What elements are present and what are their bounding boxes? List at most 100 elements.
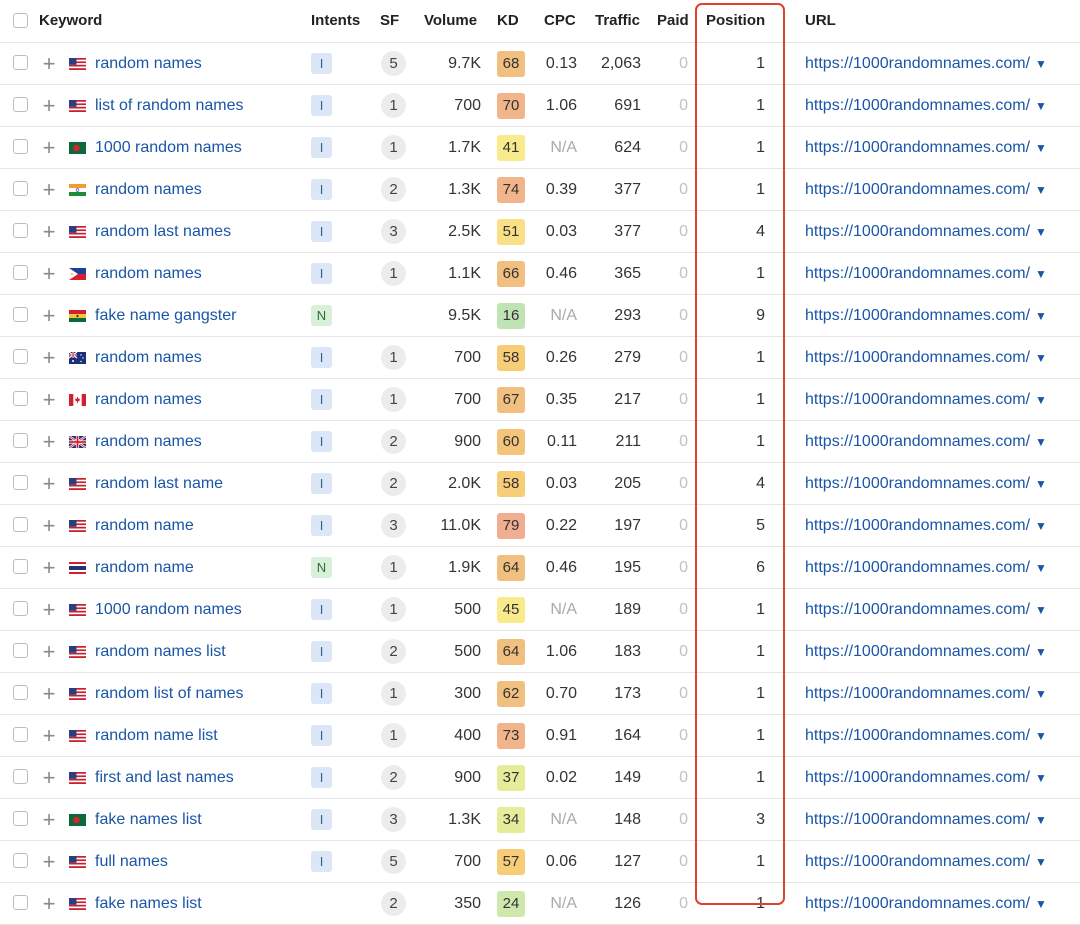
serp-features-badge[interactable]: 1 [381, 93, 406, 118]
keyword-link[interactable]: fake name gangster [95, 295, 236, 336]
url-cell[interactable]: https://1000randomnames.com/▼ [805, 841, 1047, 882]
table-row[interactable]: + fake name gangster N 9.5K 16 N/A 293 0 9 https:… [0, 295, 1080, 337]
row-checkbox[interactable] [13, 895, 28, 910]
keyword-link[interactable]: random last name [95, 463, 223, 504]
add-keyword-icon[interactable]: + [40, 337, 58, 378]
column-header-paid[interactable]: Paid [657, 0, 689, 42]
url-cell[interactable]: https://1000randomnames.com/▼ [805, 715, 1047, 756]
keyword-link[interactable]: first and last names [95, 757, 234, 798]
keyword-link[interactable]: full names [95, 841, 168, 882]
column-header-kd[interactable]: KD [497, 0, 519, 42]
table-row[interactable]: + random names I 5 9.7K 68 0.13 2,063 0 1 https://… [0, 43, 1080, 85]
column-header-position[interactable]: Position [706, 0, 765, 42]
url-link[interactable]: https://1000randomnames.com/ [805, 853, 1030, 870]
serp-features-badge[interactable]: 5 [381, 51, 406, 76]
table-row[interactable]: + random names I 2 1.3K 74 0.39 377 0 1 https://10… [0, 169, 1080, 211]
add-keyword-icon[interactable]: + [40, 421, 58, 462]
table-row[interactable]: + random last names I 3 2.5K 51 0.03 377 0 4 https… [0, 211, 1080, 253]
add-keyword-icon[interactable]: + [40, 43, 58, 84]
keyword-link[interactable]: list of random names [95, 85, 244, 126]
add-keyword-icon[interactable]: + [40, 673, 58, 714]
table-row[interactable]: + first and last names I 2 900 37 0.02 149 0 1 htt… [0, 757, 1080, 799]
url-cell[interactable]: https://1000randomnames.com/ ▼ [805, 631, 1047, 672]
url-link[interactable]: https://1000randomnames.com/ [805, 475, 1030, 492]
table-row[interactable]: + fake names list 2 350 24 N/A 126 0 1 https://10… [0, 883, 1080, 925]
column-header-volume[interactable]: Volume [424, 0, 477, 42]
serp-features-badge[interactable]: 1 [381, 261, 406, 286]
url-link[interactable]: https://1000randomnames.com/ [805, 811, 1030, 828]
keyword-link[interactable]: 1000 random names [95, 127, 242, 168]
column-header-keyword[interactable]: Keyword [39, 0, 102, 42]
url-link[interactable]: https://1000randomnames.com/ [805, 517, 1030, 534]
add-keyword-icon[interactable]: + [40, 715, 58, 756]
dropdown-caret-icon[interactable]: ▼ [1035, 435, 1047, 449]
keyword-link[interactable]: random name [95, 505, 194, 546]
dropdown-caret-icon[interactable]: ▼ [1035, 561, 1047, 575]
url-cell[interactable]: https://1000randomnames.com/▼ [805, 883, 1047, 924]
table-row[interactable]: + random names I 2 900 60 0.11 211 0 1 https://100… [0, 421, 1080, 463]
serp-features-badge[interactable]: 1 [381, 681, 406, 706]
add-keyword-icon[interactable]: + [40, 841, 58, 882]
row-checkbox[interactable] [13, 97, 28, 112]
row-checkbox[interactable] [13, 391, 28, 406]
url-link[interactable]: https://1000randomnames.com/ [805, 181, 1030, 198]
url-link[interactable]: https://1000randomnames.com/ [805, 769, 1030, 786]
url-cell[interactable]: https://1000randomnames.com/▼ [805, 673, 1047, 714]
serp-features-badge[interactable]: 2 [381, 429, 406, 454]
add-keyword-icon[interactable]: + [40, 799, 58, 840]
serp-features-badge[interactable]: 1 [381, 555, 406, 580]
dropdown-caret-icon[interactable]: ▼ [1035, 813, 1047, 827]
keyword-link[interactable]: random names [95, 421, 202, 462]
serp-features-badge[interactable]: 2 [381, 471, 406, 496]
table-row[interactable]: + random list of names I 1 300 62 0.70 173 0 1 htt… [0, 673, 1080, 715]
serp-features-badge[interactable]: 1 [381, 387, 406, 412]
row-checkbox[interactable] [13, 643, 28, 658]
row-checkbox[interactable] [13, 139, 28, 154]
add-keyword-icon[interactable]: + [40, 631, 58, 672]
table-row[interactable]: +1000 random names I 1 500 45 N/A 189 0 1 https:/… [0, 589, 1080, 631]
serp-features-badge[interactable]: 2 [381, 765, 406, 790]
keyword-link[interactable]: random names [95, 337, 202, 378]
row-checkbox[interactable] [13, 265, 28, 280]
url-link[interactable]: https://1000randomnames.com/ [805, 685, 1030, 702]
row-checkbox[interactable] [13, 181, 28, 196]
url-link[interactable]: https://1000randomnames.com/ [805, 265, 1030, 282]
url-cell[interactable]: https://1000randomnames.com/▼ [805, 127, 1047, 168]
keyword-link[interactable]: fake names list [95, 883, 202, 924]
keyword-link[interactable]: fake names list [95, 799, 202, 840]
serp-features-badge[interactable]: 3 [381, 807, 406, 832]
dropdown-caret-icon[interactable]: ▼ [1035, 645, 1047, 659]
table-row[interactable]: + random names I 1 700 67 0.35 217 0 1 https://100… [0, 379, 1080, 421]
row-checkbox[interactable] [13, 55, 28, 70]
table-row[interactable]: + random name list I 1 400 73 0.91 164 0 1 https:/… [0, 715, 1080, 757]
dropdown-caret-icon[interactable]: ▼ [1035, 309, 1047, 323]
add-keyword-icon[interactable]: + [40, 127, 58, 168]
url-cell[interactable]: https://1000randomnames.com/▼ [805, 505, 1047, 546]
select-all-checkbox[interactable] [13, 13, 28, 28]
row-checkbox[interactable] [13, 349, 28, 364]
keyword-link[interactable]: random last names [95, 211, 231, 252]
dropdown-caret-icon[interactable]: ▼ [1035, 141, 1047, 155]
keyword-link[interactable]: random names [95, 379, 202, 420]
url-cell[interactable]: https://1000randomnames.com/▼ [805, 43, 1047, 84]
url-link[interactable]: https://1000randomnames.com/ [805, 643, 1030, 660]
table-row[interactable]: + random names list I 2 500 64 1.06 183 0 1 https:… [0, 631, 1080, 673]
url-link[interactable]: https://1000randomnames.com/ [805, 97, 1030, 114]
keyword-link[interactable]: 1000 random names [95, 589, 242, 630]
table-row[interactable]: + random name N 1 1.9K 64 0.46 195 0 6 https://100… [0, 547, 1080, 589]
row-checkbox[interactable] [13, 433, 28, 448]
dropdown-caret-icon[interactable]: ▼ [1035, 99, 1047, 113]
dropdown-caret-icon[interactable]: ▼ [1035, 267, 1047, 281]
serp-features-badge[interactable]: 2 [381, 891, 406, 916]
table-row[interactable]: +1000 random names I 1 1.7K 41 N/A 624 0 1 https:… [0, 127, 1080, 169]
serp-features-badge[interactable]: 1 [381, 597, 406, 622]
table-row[interactable]: + list of random names I 1 700 70 1.06 691 0 1 htt… [0, 85, 1080, 127]
add-keyword-icon[interactable]: + [40, 85, 58, 126]
keyword-link[interactable]: random names [95, 253, 202, 294]
dropdown-caret-icon[interactable]: ▼ [1035, 393, 1047, 407]
dropdown-caret-icon[interactable]: ▼ [1035, 603, 1047, 617]
table-row[interactable]: + random names I 1 700 58 0.26 279 0 1 https://100… [0, 337, 1080, 379]
row-checkbox[interactable] [13, 601, 28, 616]
serp-features-badge[interactable]: 2 [381, 177, 406, 202]
add-keyword-icon[interactable]: + [40, 547, 58, 588]
